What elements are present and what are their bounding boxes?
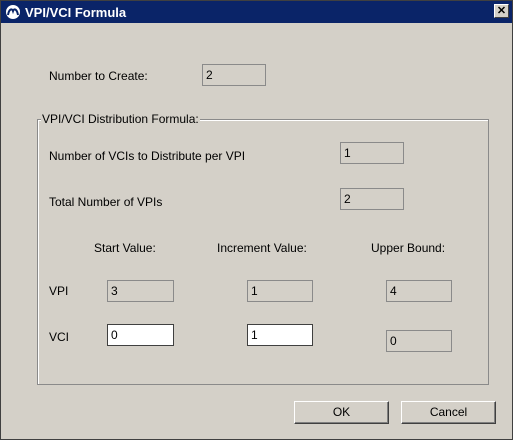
increment-value-header: Increment Value:	[217, 241, 307, 255]
close-button[interactable]: ✕	[494, 4, 509, 18]
vpi-row-label: VPI	[49, 284, 69, 298]
close-icon: ✕	[496, 5, 507, 17]
vpi-increment-field[interactable]: 1	[247, 280, 313, 302]
vpi-start-field[interactable]: 3	[107, 280, 174, 302]
distribution-formula-group-title: VPI/VCI Distribution Formula:	[41, 112, 200, 126]
cancel-button[interactable]: Cancel	[401, 401, 496, 424]
vcis-per-vpi-field[interactable]: 1	[340, 142, 404, 164]
vci-row-label: VCI	[49, 330, 70, 344]
number-to-create-label: Number to Create:	[49, 69, 148, 83]
app-logo-icon	[5, 4, 21, 20]
total-vpis-label: Total Number of VPIs	[49, 195, 163, 209]
number-to-create-field[interactable]: 2	[202, 64, 266, 86]
vci-increment-input[interactable]: 1	[247, 324, 313, 346]
start-value-header: Start Value:	[94, 241, 156, 255]
vcis-per-vpi-label: Number of VCIs to Distribute per VPI	[49, 149, 246, 163]
title-bar[interactable]: VPI/VCI Formula ✕	[1, 1, 512, 23]
vci-upper-field[interactable]: 0	[386, 330, 452, 352]
vpi-upper-field[interactable]: 4	[386, 280, 452, 302]
total-vpis-field[interactable]: 2	[340, 188, 404, 210]
vci-start-input[interactable]: 0	[107, 324, 174, 346]
vpi-vci-formula-dialog: VPI/VCI Formula ✕ Number to Create: 2 VP…	[0, 0, 513, 440]
ok-button[interactable]: OK	[294, 401, 389, 424]
upper-bound-header: Upper Bound:	[371, 241, 446, 255]
dialog-title: VPI/VCI Formula	[25, 5, 127, 20]
